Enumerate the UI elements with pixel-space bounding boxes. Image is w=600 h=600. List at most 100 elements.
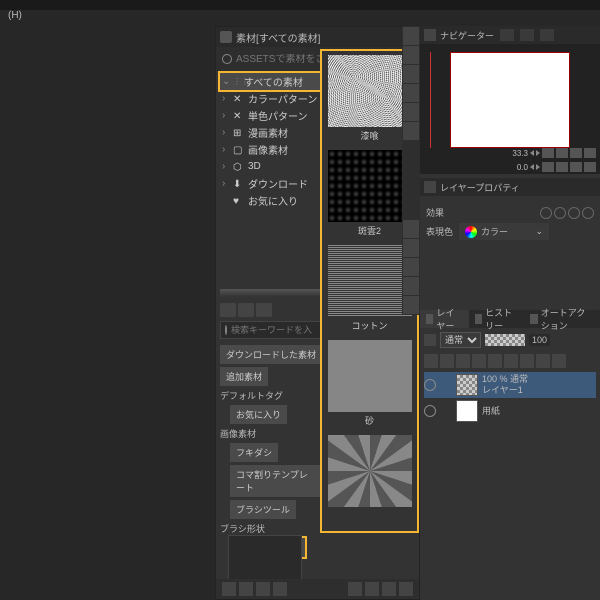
navigator-tab[interactable]: ナビゲーター — [420, 26, 600, 44]
color-dropdown[interactable]: カラー⌄ — [459, 223, 549, 240]
rotate-left-icon[interactable] — [530, 164, 534, 170]
zoom-out-icon[interactable] — [530, 150, 534, 156]
opacity-slider[interactable] — [485, 334, 525, 346]
nav-btn[interactable] — [570, 148, 582, 158]
zoom-in-icon[interactable] — [536, 150, 540, 156]
side-icon[interactable] — [403, 277, 419, 295]
tab-icon[interactable] — [540, 29, 554, 41]
layer-tool-btn[interactable] — [424, 354, 438, 368]
footer-btn[interactable] — [222, 582, 236, 596]
layer-tool-btn[interactable] — [520, 354, 534, 368]
menu-help[interactable]: (H) — [4, 8, 26, 23]
side-icon[interactable] — [403, 296, 419, 314]
footer-btn[interactable] — [382, 582, 396, 596]
rotate-right-icon[interactable] — [536, 164, 540, 170]
footer-btn[interactable] — [256, 582, 270, 596]
visibility-icon[interactable] — [424, 405, 436, 417]
effect-btn[interactable] — [568, 207, 580, 219]
splitter[interactable] — [220, 289, 320, 297]
layer-tool-btn[interactable] — [440, 354, 454, 368]
nav-btn[interactable] — [542, 148, 554, 158]
side-icon[interactable] — [403, 65, 419, 83]
layerprops-tab[interactable]: レイヤープロパティ — [420, 178, 600, 196]
opacity-value[interactable]: 100 — [529, 334, 550, 346]
tag-fukidashi[interactable]: フキダシ — [230, 443, 278, 462]
materials-header[interactable]: 素材[すべての素材] — [216, 27, 419, 47]
kw-btn-3[interactable] — [256, 303, 272, 317]
navigator-controls: 33.3 0.0 — [420, 144, 600, 174]
layer-tool-btn[interactable] — [456, 354, 470, 368]
nav-btn[interactable] — [584, 148, 596, 158]
texture-thumb — [328, 245, 412, 317]
layer-row-1[interactable]: 100 % 通常レイヤー1 — [424, 372, 596, 398]
side-icon[interactable] — [403, 122, 419, 140]
layer-tool-btn[interactable] — [488, 354, 502, 368]
tab-history[interactable]: ヒストリー — [469, 310, 525, 328]
side-icon[interactable] — [403, 46, 419, 64]
side-icon[interactable] — [403, 220, 419, 238]
layer-tool-btn[interactable] — [552, 354, 566, 368]
nav-btn[interactable] — [556, 162, 568, 172]
materials-panel: 素材[すべての素材] ⌄⋮⋮すべての素材 ›✕カラーパターン ›✕単色パターン … — [215, 26, 420, 600]
layers-icon — [426, 314, 433, 324]
nav-marker — [430, 52, 431, 148]
tag-downloaded[interactable]: ダウンロードした素材 — [220, 345, 322, 364]
kw-btn-2[interactable] — [238, 303, 254, 317]
materials-title: 素材 — [236, 34, 256, 45]
nav-btn[interactable] — [542, 162, 554, 172]
layer-thumb — [456, 374, 478, 396]
side-icon[interactable] — [403, 258, 419, 276]
tab-icon[interactable] — [500, 29, 514, 41]
effect-btn[interactable] — [554, 207, 566, 219]
layer-tool-btn[interactable] — [504, 354, 518, 368]
canvas-area[interactable] — [0, 26, 195, 600]
keyword-search[interactable] — [220, 321, 322, 339]
expression-label: 表現色 — [426, 225, 453, 238]
side-icon[interactable] — [403, 84, 419, 102]
keyword-toolbar — [220, 303, 322, 317]
nav-btn[interactable] — [584, 162, 596, 172]
navigator-body[interactable]: 33.3 0.0 — [420, 44, 600, 174]
nav-btn[interactable] — [556, 148, 568, 158]
layer-toolbar — [420, 352, 600, 370]
layers-panel: レイヤー ヒストリー オートアクション 通常 100 100 % 通常レイヤー1… — [420, 310, 600, 426]
tab-autoaction[interactable]: オートアクション — [524, 310, 600, 328]
navigator-canvas[interactable] — [450, 52, 570, 148]
right-column: ナビゲーター 33.3 0.0 レイヤープロパティ 効果 表現色カラー⌄ レイヤ… — [420, 26, 600, 600]
effect-btn[interactable] — [582, 207, 594, 219]
tag-list: ダウンロードした素材 追加素材 デフォルトタグ お気に入り 画像素材 フキダシ … — [220, 345, 322, 560]
layer-tool-btn[interactable] — [536, 354, 550, 368]
tag-favorite[interactable]: お気に入り — [230, 405, 287, 424]
tag-added[interactable]: 追加素材 — [220, 367, 268, 386]
visibility-icon[interactable] — [424, 379, 436, 391]
tab-layers[interactable]: レイヤー — [420, 310, 469, 328]
layer-btn[interactable] — [424, 334, 436, 346]
thumb-item[interactable] — [322, 435, 417, 513]
default-tag-header: デフォルトタグ — [220, 389, 322, 402]
effect-btn[interactable] — [540, 207, 552, 219]
side-icon[interactable] — [403, 239, 419, 257]
materials-subtitle: [すべての素材] — [256, 34, 320, 45]
tag-koma[interactable]: コマ割りテンプレート — [230, 465, 322, 497]
cloud-icon — [222, 54, 232, 64]
footer-btn[interactable] — [239, 582, 253, 596]
blend-mode-select[interactable]: 通常 — [440, 332, 481, 348]
side-icon[interactable] — [403, 27, 419, 45]
footer-btn[interactable] — [273, 582, 287, 596]
brushshape-header: ブラシ形状 — [220, 522, 322, 535]
layer-tool-btn[interactable] — [472, 354, 486, 368]
footer-btn[interactable] — [348, 582, 362, 596]
tag-brushtool[interactable]: ブラシツール — [230, 500, 296, 519]
tab-icon[interactable] — [520, 29, 534, 41]
footer-btn[interactable] — [399, 582, 413, 596]
menubar[interactable]: (H) — [0, 10, 26, 26]
texture-thumb — [328, 150, 412, 222]
layer-row-paper[interactable]: 用紙 — [424, 398, 596, 424]
side-icon[interactable] — [403, 103, 419, 121]
nav-btn[interactable] — [570, 162, 582, 172]
navigator-panel: ナビゲーター 33.3 0.0 — [420, 26, 600, 174]
titlebar — [0, 0, 600, 10]
kw-btn-1[interactable] — [220, 303, 236, 317]
thumb-item[interactable]: 砂 — [322, 340, 417, 431]
footer-btn[interactable] — [365, 582, 379, 596]
